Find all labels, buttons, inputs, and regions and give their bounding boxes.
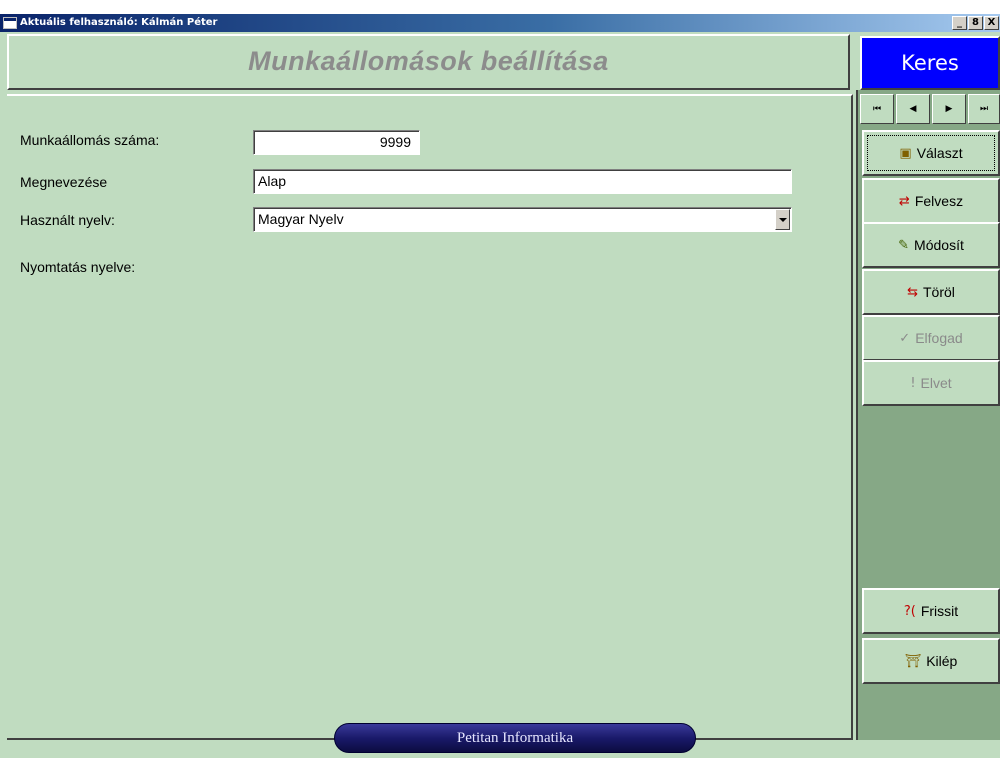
station-number-label: Munkaállomás száma:: [20, 132, 160, 148]
frissit-label: Frissit: [920, 603, 959, 619]
add-icon: ⇄: [898, 193, 910, 209]
page-title: Munkaállomások beállítása: [248, 46, 609, 76]
modosit-label: Módosít: [914, 237, 964, 253]
next-record-icon[interactable]: ▶: [932, 94, 966, 124]
maximize-button[interactable]: 8: [968, 16, 983, 30]
exit-icon: ⛩: [904, 653, 922, 669]
last-record-icon[interactable]: ⏭: [968, 94, 1000, 124]
accept-icon: ✓: [899, 330, 911, 346]
elfogad-button[interactable]: ✓ Elfogad: [862, 315, 1000, 361]
record-navigation: ⏮ ◀ ▶ ⏭: [858, 94, 1000, 126]
valaszt-label: Választ: [916, 145, 963, 161]
valaszt-button[interactable]: ▣ Választ: [862, 130, 1000, 176]
torol-label: Töröl: [923, 284, 955, 300]
torol-button[interactable]: ⇆ Töröl: [862, 269, 1000, 315]
first-record-icon[interactable]: ⏮: [860, 94, 894, 124]
reject-icon: !: [910, 375, 916, 391]
page-header: Munkaállomások beállítása: [7, 34, 850, 90]
elfogad-label: Elfogad: [915, 330, 963, 346]
prev-record-icon[interactable]: ◀: [896, 94, 930, 124]
language-select-value: Magyar Nyelv: [258, 211, 344, 227]
felvesz-button[interactable]: ⇄ Felvesz: [862, 178, 1000, 224]
modosit-button[interactable]: ✎ Módosít: [862, 222, 1000, 268]
select-icon: ▣: [899, 145, 912, 161]
window-title: Aktuális felhasználó: Kálmán Péter: [20, 17, 218, 28]
minimize-button[interactable]: _: [952, 16, 967, 30]
name-field[interactable]: Alap: [253, 169, 792, 194]
frissit-button[interactable]: ?( Frissit: [862, 588, 1000, 634]
form-area: Munkaállomás száma: 9999 Megnevezése Ala…: [7, 94, 853, 740]
delete-icon: ⇆: [907, 284, 918, 300]
language-label: Használt nyelv:: [20, 212, 115, 228]
elvet-label: Elvet: [920, 375, 952, 391]
brand-badge: Petitan Informatika: [334, 723, 696, 753]
client-area: Munkaállomások beállítása Keres Munkaáll…: [0, 32, 1000, 758]
refresh-icon: ?(: [903, 603, 916, 619]
window-titlebar: Aktuális felhasználó: Kálmán Péter _ 8 X: [0, 0, 1000, 32]
station-number-field[interactable]: 9999: [253, 130, 420, 155]
kilep-label: Kilép: [926, 653, 958, 669]
elvet-button[interactable]: ! Elvet: [862, 360, 1000, 406]
felvesz-label: Felvesz: [914, 193, 964, 209]
search-button[interactable]: Keres: [860, 36, 1000, 90]
close-button[interactable]: X: [984, 16, 999, 30]
language-select[interactable]: Magyar Nyelv: [253, 207, 792, 232]
window-icon: [3, 17, 17, 29]
print-language-label: Nyomtatás nyelve:: [20, 259, 136, 275]
name-label: Megnevezése: [20, 174, 108, 190]
edit-icon: ✎: [898, 237, 910, 253]
kilep-button[interactable]: ⛩ Kilép: [862, 638, 1000, 684]
chevron-down-icon[interactable]: [775, 209, 790, 230]
